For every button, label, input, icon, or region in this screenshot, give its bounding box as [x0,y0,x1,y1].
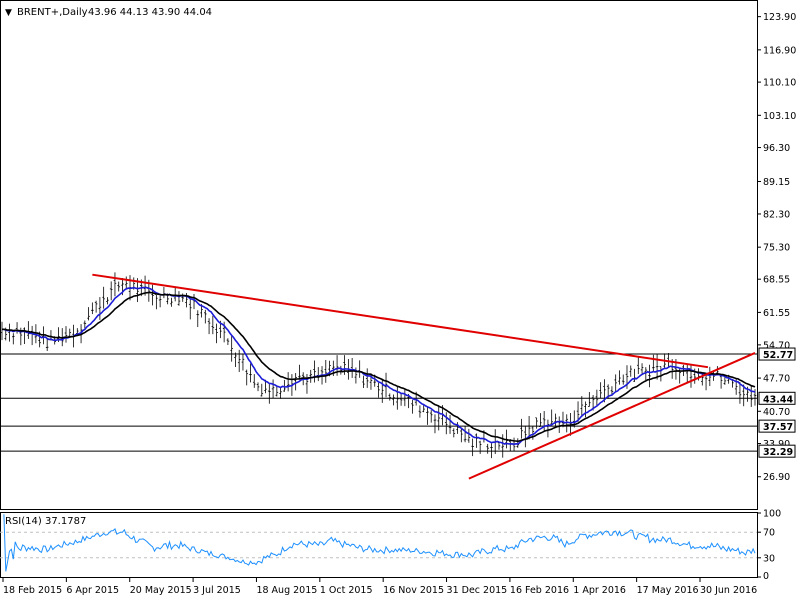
y-tick-label: 82.30 [763,209,790,220]
x-tick-label: 17 May 2016 [637,585,699,596]
svg-text:52.77: 52.77 [763,350,793,361]
rsi-tick-label: 0 [763,571,769,582]
x-tick-label: 16 Feb 2016 [510,585,569,596]
price-panel[interactable]: 123.90 116.90 110.10 103.10 96.30 89.15 82.30 7… [0,0,796,510]
chart-header: ▼ BRENT+,Daily 43.96 44.13 43.90 44.04 [5,7,212,18]
x-tick-label: 3 Jul 2015 [193,585,241,596]
y-tick-label: 26.90 [763,472,790,483]
y-tick-label: 103.10 [763,111,796,122]
y-tick-label: 47.70 [763,374,790,385]
x-tick-label: 1 Apr 2016 [573,585,626,596]
svg-text:43.44: 43.44 [763,394,793,405]
y-tick-label: 89.15 [763,177,790,188]
y-tick-label: 61.55 [763,308,790,319]
svg-text:37.57: 37.57 [763,422,793,433]
x-tick-label: 1 Oct 2015 [320,585,373,596]
rsi-panel-frame [0,512,758,578]
y-tick-label: 116.90 [763,45,796,56]
rsi-panel[interactable]: 100 70 30 0 RSI(14) 37.1787 [0,509,781,583]
x-tick-label: 6 Apr 2015 [66,585,119,596]
x-tick-label: 16 Nov 2015 [383,585,444,596]
x-tick-label: 18 Feb 2015 [3,585,62,596]
svg-text:32.29: 32.29 [763,447,793,458]
rsi-label: RSI(14) 37.1787 [5,516,86,527]
level-price-label: 32.29 [758,444,796,458]
x-tick-label: 30 Jun 2016 [700,585,757,596]
time-axis: 18 Feb 2015 6 Apr 2015 20 May 2015 3 Jul 20… [2,577,757,596]
price-panel-frame [0,0,758,510]
chart-canvas[interactable]: 123.90 116.90 110.10 103.10 96.30 89.15 82.30 7… [0,0,800,600]
ohlc-quote: 43.96 44.13 43.90 44.04 [88,7,212,18]
symbol-label: BRENT+,Daily [17,7,88,18]
collapse-arrow-icon[interactable]: ▼ [5,8,12,18]
rsi-tick-label: 100 [763,509,781,520]
level-price-label: 37.57 [758,419,796,433]
x-tick-label: 31 Dec 2015 [447,585,508,596]
price-axis: 123.90 116.90 110.10 103.10 96.30 89.15 82.30 7… [757,12,796,483]
level-price-label: 52.77 [758,347,796,361]
x-tick-label: 18 Aug 2015 [256,585,317,596]
x-tick-label: 20 May 2015 [130,585,192,596]
rsi-tick-label: 70 [763,528,775,539]
y-tick-label: 123.90 [763,12,796,23]
y-tick-label: 75.30 [763,243,790,254]
y-tick-label: 40.70 [763,407,790,418]
rsi-tick-label: 30 [763,553,775,564]
y-tick-label: 110.10 [763,78,796,89]
rsi-axis: 100 70 30 0 [757,509,781,582]
y-tick-label: 96.30 [763,143,790,154]
level-price-label: 43.44 [758,391,796,405]
y-tick-label: 68.55 [763,275,790,286]
